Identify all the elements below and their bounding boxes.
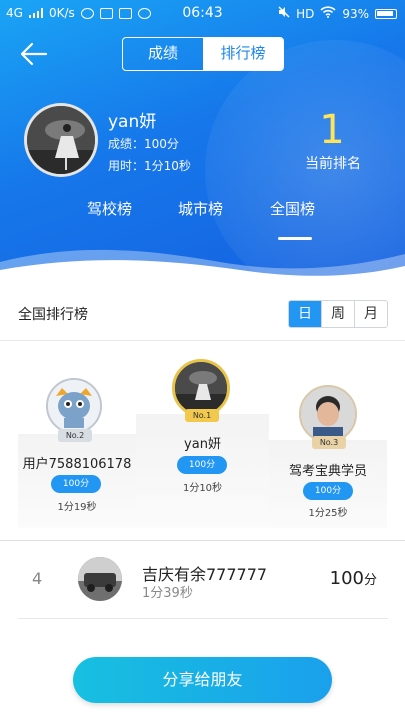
second-place-avatar	[46, 378, 102, 434]
tab-school-board[interactable]: 驾校榜	[87, 198, 132, 219]
list-item-avatar	[78, 557, 122, 601]
user-name: yan妍	[108, 112, 157, 132]
period-month[interactable]: 月	[354, 301, 387, 327]
tab-national-board[interactable]: 全国榜	[270, 198, 315, 219]
user-avatar	[24, 103, 98, 177]
podium-base-line	[0, 540, 405, 541]
period-week[interactable]: 周	[321, 301, 354, 327]
header-wave	[0, 249, 405, 282]
list-item-score-unit: 分	[363, 573, 377, 588]
second-place-score: 100分	[51, 475, 101, 493]
third-place-time: 1分25秒	[308, 508, 348, 519]
divider	[0, 340, 405, 341]
user-time: 用时：1分10秒	[108, 159, 191, 173]
tab-ranking[interactable]: 排行榜	[203, 38, 283, 70]
active-tab-indicator	[278, 237, 312, 240]
section-title: 全国排行榜	[18, 307, 88, 323]
result-rank-toggle: 成绩 排行榜	[122, 37, 284, 71]
tab-score[interactable]: 成绩	[123, 38, 203, 70]
first-place-name: yan妍	[184, 437, 221, 452]
second-medal: No.2	[58, 429, 92, 442]
period-day[interactable]: 日	[289, 301, 321, 327]
back-button[interactable]	[18, 40, 50, 68]
list-item-score: 100分	[330, 568, 377, 589]
first-place-time: 1分10秒	[182, 483, 223, 494]
first-medal: No.1	[185, 409, 219, 422]
second-place-time: 1分19秒	[57, 502, 97, 513]
third-place-avatar	[299, 385, 357, 443]
third-place-score: 100分	[303, 482, 353, 500]
current-rank-label: 当前排名	[305, 156, 361, 172]
battery-icon	[375, 8, 397, 19]
current-rank: 1	[319, 107, 345, 153]
list-divider	[18, 618, 388, 619]
third-place-name: 驾考宝典学员	[288, 464, 367, 479]
user-score: 成绩：100分	[108, 137, 179, 151]
share-button[interactable]: 分享给朋友	[73, 657, 332, 703]
period-selector: 日 周 月	[288, 300, 388, 328]
battery-percent: 93%	[342, 6, 369, 21]
status-bar: 4G 0K/s 06:43 HD 93%	[0, 0, 405, 28]
ranking-page: 4G 0K/s 06:43 HD 93% 成绩 排行榜 yan妍 成绩：100分…	[0, 0, 405, 720]
first-place-score: 100分	[177, 456, 227, 474]
second-place-name: 用户7588106178	[22, 457, 132, 472]
hd-label: HD	[296, 6, 315, 21]
status-right: HD 93%	[278, 6, 397, 21]
list-item-rank: 4	[32, 569, 43, 588]
wifi-icon	[320, 6, 336, 21]
tab-city-board[interactable]: 城市榜	[178, 198, 223, 219]
arrow-left-icon	[20, 42, 48, 66]
board-tabs: 驾校榜 城市榜 全国榜	[0, 198, 405, 228]
third-medal: No.3	[312, 436, 346, 449]
list-item-score-value: 100	[329, 568, 364, 589]
list-item-time: 1分39秒	[142, 586, 193, 601]
mute-icon	[278, 6, 290, 21]
